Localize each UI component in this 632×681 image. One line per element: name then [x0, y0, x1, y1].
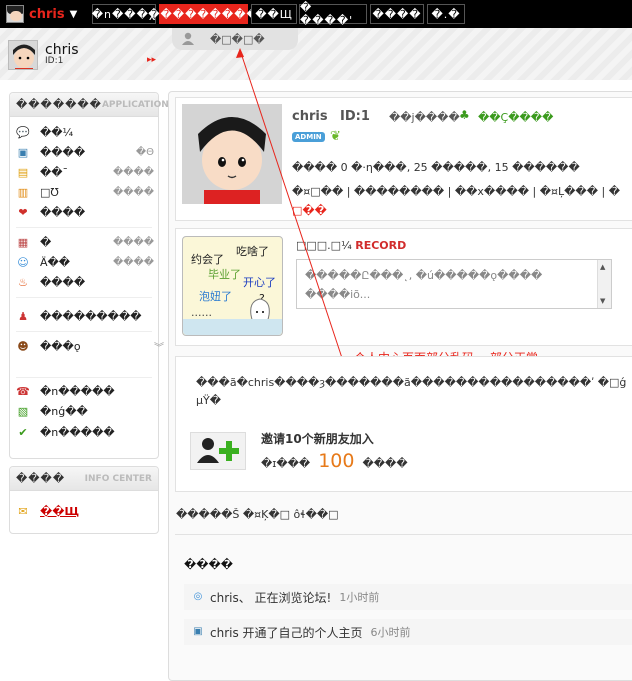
annotation-arrow	[236, 48, 343, 359]
invite-count: 100	[318, 450, 355, 472]
browse-icon: ◎	[193, 591, 203, 602]
invite-title[interactable]: 邀请10个新朋友加入	[261, 430, 374, 447]
invite-message-tail: µŸ�	[196, 394, 221, 407]
feed-item: ◎ chris、 正在浏览论坛! 1小时前	[184, 584, 632, 610]
feed-item: ▣ chris 开通了自己的个人主页 6小时前	[184, 619, 632, 645]
profile-card-icon: ▣	[193, 626, 203, 637]
invite-message: ���ã�chris����ȝ�������ã����������������ʹ…	[196, 376, 627, 389]
add-user-icon	[197, 438, 239, 463]
invite-friends-button[interactable]	[190, 432, 246, 470]
divider	[175, 534, 632, 535]
feed-header: �����Š �¤Ķ�□ ôɬ��□	[176, 508, 339, 521]
invite-count-line: �ɪ��� 100 ����	[261, 450, 408, 472]
feed-subheader: ����	[184, 558, 233, 571]
